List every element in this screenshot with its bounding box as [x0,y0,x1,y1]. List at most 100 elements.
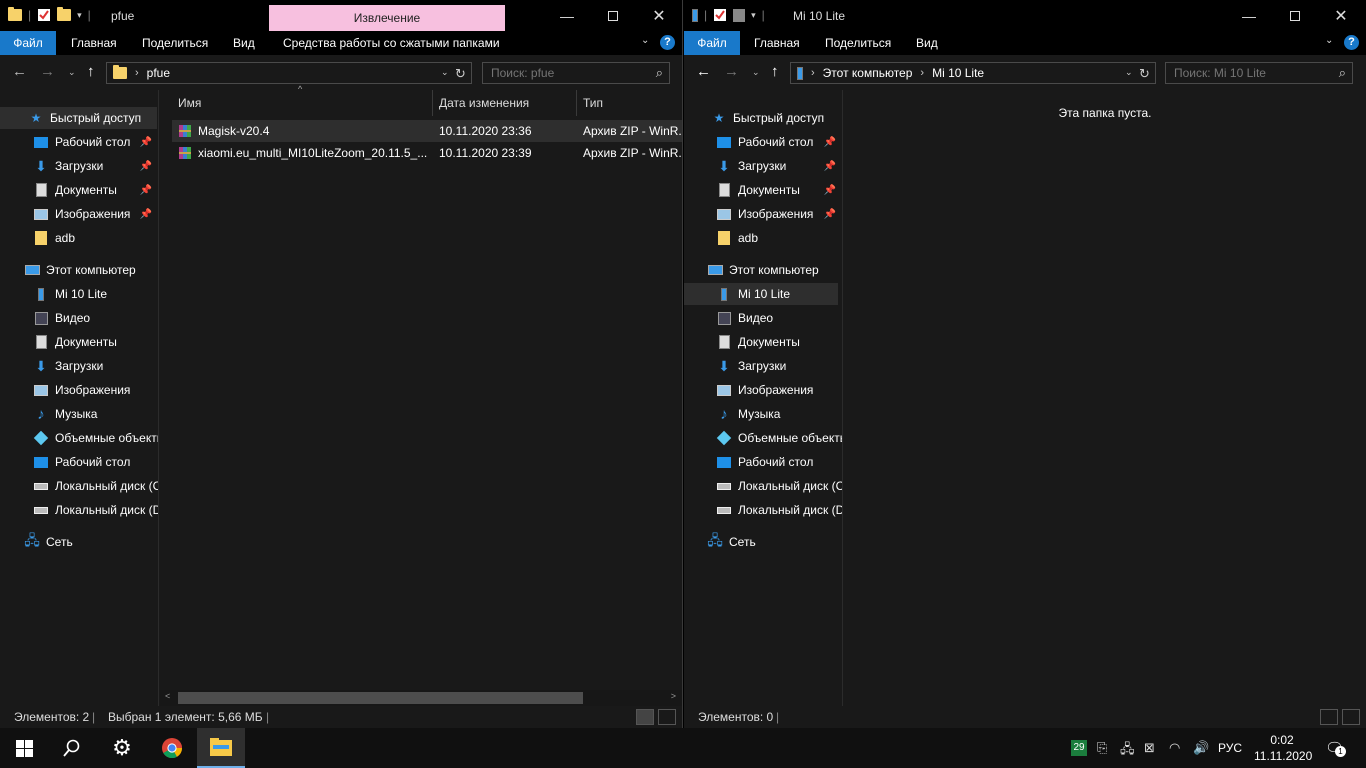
refresh-icon[interactable]: ↻ [455,66,466,82]
search-box[interactable]: ⌕ [1165,62,1353,84]
start-button[interactable] [0,728,48,768]
address-bar[interactable]: › pfue ⌄ ↻ [106,62,472,84]
language-indicator[interactable]: РУС [1218,741,1242,755]
nav-mi10lite[interactable]: Mi 10 Lite [684,283,838,305]
recent-dropdown-icon[interactable]: ⌄ [68,67,76,78]
column-header-date[interactable]: Дата изменения [433,90,577,116]
nav-3d-objects[interactable]: Объемные объекты [0,427,158,449]
recent-dropdown-icon[interactable]: ⌄ [752,67,760,78]
tab-view[interactable]: Вид [233,31,255,55]
chevron-down-icon[interactable]: ⌄ [641,35,649,46]
search-button[interactable] [48,728,96,768]
details-view-button[interactable] [636,709,654,725]
nav-adb[interactable]: adb [684,227,841,249]
nav-pc-pictures[interactable]: Изображения [684,379,841,401]
nav-videos[interactable]: Видео [684,307,841,329]
volume-icon[interactable]: 🔊 [1193,740,1209,756]
title-bar[interactable]: | ▾ | Mi 10 Lite — ✕ [684,0,1366,31]
wifi-icon[interactable]: ◠ [1169,740,1180,756]
maximize-button[interactable] [590,0,636,31]
close-button[interactable]: ✕ [636,0,682,31]
nav-mi10lite[interactable]: Mi 10 Lite [0,283,157,305]
search-input[interactable] [1174,66,1324,80]
refresh-icon[interactable]: ↻ [1139,66,1150,82]
large-icons-view-button[interactable] [658,709,676,725]
nav-network[interactable]: 🖧 Сеть [684,531,841,553]
tab-file[interactable]: Файл [684,31,740,55]
breadcrumb-mi10lite[interactable]: Mi 10 Lite [932,66,984,80]
file-row[interactable]: xiaomi.eu_multi_MI10LiteZoom_20.11.5_...… [172,142,682,164]
nav-quick-access[interactable]: ★ Быстрый доступ [684,107,841,129]
up-arrow-icon[interactable]: ↑ [87,63,95,80]
help-icon[interactable]: ? [1344,35,1359,50]
nav-disk-c[interactable]: Локальный диск (C:) [0,475,158,497]
tab-view[interactable]: Вид [916,31,938,55]
nav-pictures[interactable]: Изображения 📌 [0,203,157,225]
nav-videos[interactable]: Видео [0,307,157,329]
nav-documents[interactable]: Документы 📌 [684,179,841,201]
tab-file[interactable]: Файл [0,31,56,55]
chevron-down-icon[interactable]: ⌄ [1325,35,1333,46]
nav-network[interactable]: 🖧 Сеть [0,531,157,553]
nav-music[interactable]: ♪ Музыка [684,403,841,425]
up-arrow-icon[interactable]: ↑ [771,63,779,80]
breadcrumb-pfue[interactable]: pfue [147,66,170,80]
breadcrumb-this-pc[interactable]: Этот компьютер [823,66,913,80]
nav-pc-documents[interactable]: Документы [0,331,157,353]
customize-dropdown-icon[interactable]: ▾ [77,10,82,21]
nav-downloads[interactable]: ⬇ Загрузки 📌 [684,155,841,177]
nav-pictures[interactable]: Изображения 📌 [684,203,841,225]
tab-home[interactable]: Главная [71,31,117,55]
column-header-type[interactable]: Тип [577,90,682,116]
scroll-left-icon[interactable]: < [165,691,170,701]
network-ethernet-icon[interactable]: 🖧 [1120,740,1135,762]
wired-disconnected-icon[interactable]: ⊠ [1144,740,1155,756]
nav-disk-c[interactable]: Локальный диск (C:) [684,475,842,497]
nav-quick-access[interactable]: ★ Быстрый доступ [0,107,157,129]
nav-downloads[interactable]: ⬇ Загрузки 📌 [0,155,157,177]
large-icons-view-button[interactable] [1342,709,1360,725]
back-arrow-icon[interactable]: ← [696,63,711,80]
customize-dropdown-icon[interactable]: ▾ [751,10,756,21]
scrollbar-thumb[interactable] [178,692,583,704]
nav-pc-documents[interactable]: Документы [684,331,841,353]
nav-desktop[interactable]: Рабочий стол 📌 [0,131,157,153]
file-row[interactable]: Magisk-v20.4 10.11.2020 23:36 Архив ZIP … [172,120,682,142]
nav-this-pc[interactable]: Этот компьютер [684,259,841,281]
tab-share[interactable]: Поделиться [142,31,208,55]
clock[interactable]: 0:02 11.11.2020 [1254,732,1312,764]
details-view-button[interactable] [1320,709,1338,725]
nav-desktop[interactable]: Рабочий стол 📌 [684,131,841,153]
forward-arrow-icon[interactable]: → [40,63,55,80]
maximize-button[interactable] [1272,0,1318,31]
tab-home[interactable]: Главная [754,31,800,55]
back-arrow-icon[interactable]: ← [12,63,27,80]
minimize-button[interactable]: — [1226,0,1272,31]
forward-arrow-icon[interactable]: → [724,63,739,80]
close-button[interactable]: ✕ [1318,0,1364,31]
nav-music[interactable]: ♪ Музыка [0,403,157,425]
address-bar[interactable]: › Этот компьютер › Mi 10 Lite ⌄ ↻ [790,62,1156,84]
usb-icon[interactable]: ⎘ [1097,740,1107,756]
nav-pc-downloads[interactable]: ⬇ Загрузки [684,355,841,377]
tab-share[interactable]: Поделиться [825,31,891,55]
chevron-down-icon[interactable]: ⌄ [441,67,449,78]
settings-button[interactable]: ⚙ [98,728,146,768]
chevron-down-icon[interactable]: ⌄ [1125,67,1133,78]
new-folder-icon[interactable] [733,8,746,22]
tray-badge[interactable]: 29 [1071,740,1087,756]
nav-pc-desktop[interactable]: Рабочий стол [684,451,841,473]
nav-this-pc[interactable]: Этот компьютер [0,259,157,281]
properties-icon[interactable] [37,8,51,22]
nav-pc-desktop[interactable]: Рабочий стол [0,451,157,473]
title-bar[interactable]: | ▾ | pfue Извлечение — ✕ [0,0,682,31]
help-icon[interactable]: ? [660,35,675,50]
nav-disk-d[interactable]: Локальный диск (D:) [0,499,158,521]
file-explorer-button[interactable] [197,728,245,768]
chrome-button[interactable] [148,728,196,768]
nav-pc-pictures[interactable]: Изображения [0,379,157,401]
properties-icon[interactable] [713,8,727,22]
tab-compressed-tools[interactable]: Средства работы со сжатыми папками [283,31,500,55]
column-header-name[interactable]: Имя [172,90,433,116]
new-folder-icon[interactable] [57,7,72,21]
